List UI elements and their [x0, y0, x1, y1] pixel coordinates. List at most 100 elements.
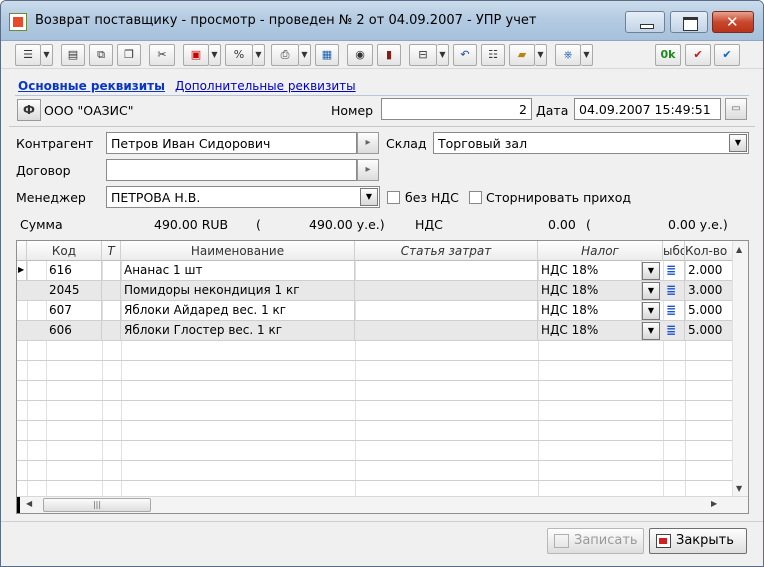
cell-cost-item[interactable] [355, 261, 538, 281]
scroll-left-icon[interactable]: ◀ [26, 499, 32, 508]
tag-icon[interactable]: ⊟ [409, 44, 437, 66]
ok-button[interactable]: 0k [655, 44, 681, 66]
table-row[interactable]: 606 Яблоки Глостер вес. 1 кг НДС 18% ▼ ≣… [17, 321, 733, 341]
cell-cost-item[interactable] [355, 321, 538, 341]
network-icon[interactable]: ⎈ [555, 44, 581, 66]
cell-type[interactable] [102, 281, 121, 301]
cell-tax[interactable]: НДС 18% [538, 281, 642, 301]
contract-field[interactable] [106, 159, 357, 181]
column-header-cost-item[interactable]: Статья затрат [355, 241, 538, 261]
percent-dropdown-icon[interactable]: ▼ [253, 44, 265, 66]
scroll-thumb[interactable]: ||| [43, 498, 151, 512]
cell-type[interactable] [102, 301, 121, 321]
column-header-choice[interactable]: ыбо [663, 241, 685, 261]
no-vat-checkbox[interactable] [387, 191, 400, 204]
tab-main-details[interactable]: Основные реквизиты [18, 79, 165, 93]
copy-icon[interactable]: ⧉ [89, 44, 113, 66]
list-icon[interactable]: ▤ [61, 44, 85, 66]
document-window: Возврат поставщику - просмотр - проведен… [0, 0, 764, 567]
maximize-button[interactable] [670, 11, 708, 33]
cell-tax[interactable]: НДС 18% [538, 261, 642, 281]
minimize-button[interactable] [625, 11, 665, 33]
cell-name[interactable]: Помидоры некондиция 1 кг [121, 281, 355, 301]
scroll-down-icon[interactable]: ▼ [736, 484, 742, 493]
cell-qty[interactable]: 2.000 [685, 261, 733, 281]
document-based-icon[interactable]: ▣ [183, 44, 209, 66]
choice-list-icon[interactable]: ≣ [663, 261, 685, 281]
cell-name[interactable]: Яблоки Глостер вес. 1 кг [121, 321, 355, 341]
cell-name[interactable]: Яблоки Айдаред вес. 1 кг [121, 301, 355, 321]
cell-code[interactable]: 606 [46, 321, 102, 341]
close-button[interactable]: Закрыть [649, 528, 747, 554]
manager-field[interactable]: ПЕТРОВА Н.В. [106, 186, 380, 208]
print-dropdown-icon[interactable]: ▼ [299, 44, 311, 66]
counterparty-select-button[interactable]: ▸ [357, 132, 379, 154]
date-field[interactable]: 04.09.2007 15:49:51 [574, 98, 721, 120]
cell-tax[interactable]: НДС 18% [538, 301, 642, 321]
manager-dropdown-icon[interactable]: ▼ [360, 188, 378, 206]
cell-qty[interactable]: 5.000 [685, 301, 733, 321]
tab-additional-details[interactable]: Дополнительные реквизиты [175, 79, 356, 93]
scroll-right-icon[interactable]: ▶ [711, 499, 717, 508]
cell-type[interactable] [102, 261, 121, 281]
hierarchy-icon[interactable]: ☷ [481, 44, 505, 66]
warehouse-dropdown-icon[interactable]: ▼ [729, 134, 747, 152]
column-header-code[interactable]: Код [27, 241, 102, 261]
cell-code[interactable]: 607 [46, 301, 102, 321]
document-based-dropdown-icon[interactable]: ▼ [209, 44, 221, 66]
actions-menu-icon[interactable]: ☰ [15, 44, 41, 66]
horizontal-scrollbar[interactable]: ◀ ||| ▶ [17, 496, 748, 513]
percent-icon[interactable]: % [225, 44, 253, 66]
scroll-up-icon[interactable]: ▲ [736, 245, 742, 254]
column-header-type[interactable]: Т [102, 241, 121, 261]
storno-checkbox[interactable] [469, 191, 482, 204]
organization-badge[interactable]: Ф [17, 99, 41, 121]
cell-name[interactable]: Ананас 1 шт [121, 261, 355, 281]
column-header-qty[interactable]: Кол-во [685, 241, 733, 261]
post-check-icon[interactable]: ✔ [685, 44, 711, 66]
cell-cost-item[interactable] [355, 281, 538, 301]
tax-dropdown-icon[interactable]: ▼ [642, 282, 660, 300]
image-icon[interactable]: ▦ [315, 44, 339, 66]
book-icon[interactable]: ▮ [377, 44, 401, 66]
briefcase-icon[interactable]: ▰ [509, 44, 535, 66]
vertical-scrollbar[interactable]: ▲ ▼ [732, 241, 748, 497]
choice-list-icon[interactable]: ≣ [663, 321, 685, 341]
cell-code[interactable]: 616 [46, 261, 102, 281]
network-dropdown-icon[interactable]: ▼ [581, 44, 593, 66]
choice-list-icon[interactable]: ≣ [663, 281, 685, 301]
paste-icon[interactable]: ❐ [117, 44, 141, 66]
number-field[interactable]: 2 [381, 98, 532, 120]
table-row[interactable]: 2045 Помидоры некондиция 1 кг НДС 18% ▼ … [17, 281, 733, 301]
cell-type[interactable] [102, 321, 121, 341]
calendar-icon[interactable]: ▭ [725, 98, 747, 120]
table-row[interactable]: 607 Яблоки Айдаред вес. 1 кг НДС 18% ▼ ≣… [17, 301, 733, 321]
cut-icon[interactable]: ✂ [149, 44, 175, 66]
undo-icon[interactable]: ↶ [453, 44, 477, 66]
tax-dropdown-icon[interactable]: ▼ [642, 302, 660, 320]
tax-dropdown-icon[interactable]: ▼ [642, 322, 660, 340]
items-table[interactable]: Код Т Наименование Статья затрат Налог ы… [16, 240, 749, 514]
print-icon[interactable]: ⎙ [271, 44, 299, 66]
column-header-name[interactable]: Наименование [121, 241, 355, 261]
contract-select-button[interactable]: ▸ [357, 159, 379, 181]
table-row[interactable]: ▶ 616 Ананас 1 шт НДС 18% ▼ ≣ 2.000 [17, 261, 733, 281]
warehouse-field[interactable]: Торговый зал [433, 132, 749, 154]
cell-code[interactable]: 2045 [46, 281, 102, 301]
tag-dropdown-icon[interactable]: ▼ [437, 44, 449, 66]
tax-dropdown-icon[interactable]: ▼ [642, 262, 660, 280]
check-icon[interactable]: ✔ [714, 44, 740, 66]
structure-icon[interactable]: ◉ [347, 44, 373, 66]
column-header-tax[interactable]: Налог [538, 241, 663, 261]
cell-qty[interactable]: 3.000 [685, 281, 733, 301]
choice-list-icon[interactable]: ≣ [663, 301, 685, 321]
actions-dropdown-icon[interactable]: ▼ [41, 44, 53, 66]
counterparty-field[interactable]: Петров Иван Сидорович [106, 132, 357, 154]
close-window-button[interactable] [712, 11, 754, 33]
no-vat-label: без НДС [405, 190, 459, 205]
save-button[interactable]: Записать [547, 528, 644, 554]
briefcase-dropdown-icon[interactable]: ▼ [535, 44, 547, 66]
cell-cost-item[interactable] [355, 301, 538, 321]
cell-tax[interactable]: НДС 18% [538, 321, 642, 341]
cell-qty[interactable]: 5.000 [685, 321, 733, 341]
